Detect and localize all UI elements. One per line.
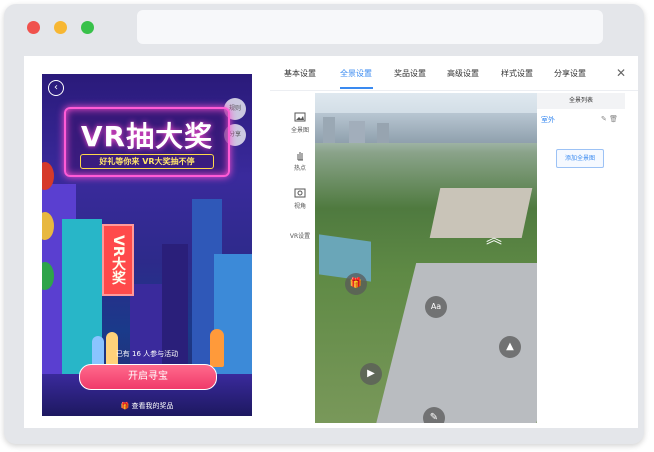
banner-subtitle: 好礼等你来 VR大奖抽不停 bbox=[80, 154, 214, 169]
building bbox=[323, 117, 335, 143]
mobile-preview: VR大奖 ‹ 规则 分享 VR抽大奖 好礼等你来 VR大奖抽不停 已有 16 人… bbox=[42, 74, 252, 416]
browser-window: VR大奖 ‹ 规则 分享 VR抽大奖 好礼等你来 VR大奖抽不停 已有 16 人… bbox=[4, 4, 644, 444]
active-tab-indicator bbox=[340, 87, 373, 89]
edit-icon[interactable]: ✎ bbox=[601, 115, 607, 123]
tool-label: 视角 bbox=[293, 203, 306, 210]
building bbox=[349, 121, 365, 143]
panorama-list-panel: 全景列表 室外 ✎ 🗑 添加全景图 bbox=[537, 93, 627, 423]
tab-panorama[interactable]: 全景设置 bbox=[340, 68, 372, 79]
view-prizes-link[interactable]: 🎁 查看我的奖品 bbox=[42, 401, 252, 411]
address-bar[interactable] bbox=[137, 10, 603, 44]
tab-advanced[interactable]: 高级设置 bbox=[447, 68, 479, 79]
panorama-list-header: 全景列表 bbox=[537, 93, 625, 109]
tab-style[interactable]: 样式设置 bbox=[501, 68, 533, 79]
play-icon[interactable]: ▶ bbox=[360, 363, 382, 385]
tool-label: VR设置 bbox=[289, 233, 311, 240]
maximize-window-dot[interactable] bbox=[81, 21, 94, 34]
item-actions: ✎ 🗑 bbox=[601, 115, 618, 123]
up-arrow-icon[interactable]: ︽ bbox=[483, 227, 505, 249]
title-banner: VR抽大奖 好礼等你来 VR大奖抽不停 bbox=[64, 107, 230, 177]
add-panorama-button[interactable]: 添加全景图 bbox=[556, 149, 604, 168]
court bbox=[319, 234, 371, 282]
tab-basic[interactable]: 基本设置 bbox=[284, 68, 316, 79]
start-treasure-button[interactable]: 开启寻宝 bbox=[79, 364, 217, 390]
image-icon bbox=[294, 112, 306, 122]
delete-icon[interactable]: 🗑 bbox=[609, 115, 618, 123]
close-window-dot[interactable] bbox=[27, 21, 40, 34]
settings-tabs: 基本设置 全景设置 奖品设置 高级设置 样式设置 分享设置 ✕ bbox=[270, 56, 638, 91]
tool-label: 热点 bbox=[293, 165, 306, 172]
vr-sign: VR大奖 bbox=[102, 224, 134, 296]
tab-share[interactable]: 分享设置 bbox=[554, 68, 586, 79]
tool-panorama[interactable]: 全景图 bbox=[287, 111, 313, 134]
tab-prizes[interactable]: 奖品设置 bbox=[394, 68, 426, 79]
eye-icon bbox=[294, 188, 306, 198]
tool-vr-settings[interactable]: VR设置 bbox=[287, 231, 313, 240]
panorama-list-item[interactable]: 室外 bbox=[541, 115, 555, 125]
banner-title: VR抽大奖 bbox=[80, 120, 214, 153]
editor-panel: 基本设置 全景设置 奖品设置 高级设置 样式设置 分享设置 ✕ 全景图 热点 视… bbox=[270, 56, 638, 428]
back-icon[interactable]: ‹ bbox=[48, 80, 64, 96]
campus-building bbox=[429, 188, 533, 238]
minimize-window-dot[interactable] bbox=[54, 21, 67, 34]
tool-hotspot[interactable]: 热点 bbox=[287, 149, 313, 172]
participants-count: 已有 16 人参与活动 bbox=[115, 350, 179, 358]
image-icon[interactable]: ▲ bbox=[499, 336, 521, 358]
text-icon[interactable]: Aa bbox=[425, 296, 447, 318]
view-prizes-label: 查看我的奖品 bbox=[131, 402, 174, 410]
tool-label: 全景图 bbox=[290, 127, 309, 134]
pen-icon[interactable]: ✎ bbox=[423, 407, 445, 423]
page-content: VR大奖 ‹ 规则 分享 VR抽大奖 好礼等你来 VR大奖抽不停 已有 16 人… bbox=[24, 56, 638, 428]
close-icon[interactable]: ✕ bbox=[616, 66, 626, 80]
tool-viewangle[interactable]: 视角 bbox=[287, 187, 313, 210]
gift-icon[interactable]: 🎁 bbox=[345, 273, 367, 295]
hand-icon bbox=[297, 152, 303, 161]
building bbox=[377, 123, 389, 143]
panorama-viewer[interactable]: ︽ 🎁 Aa ▲ ▶ ✎ bbox=[315, 93, 537, 423]
person-figure bbox=[210, 329, 224, 367]
